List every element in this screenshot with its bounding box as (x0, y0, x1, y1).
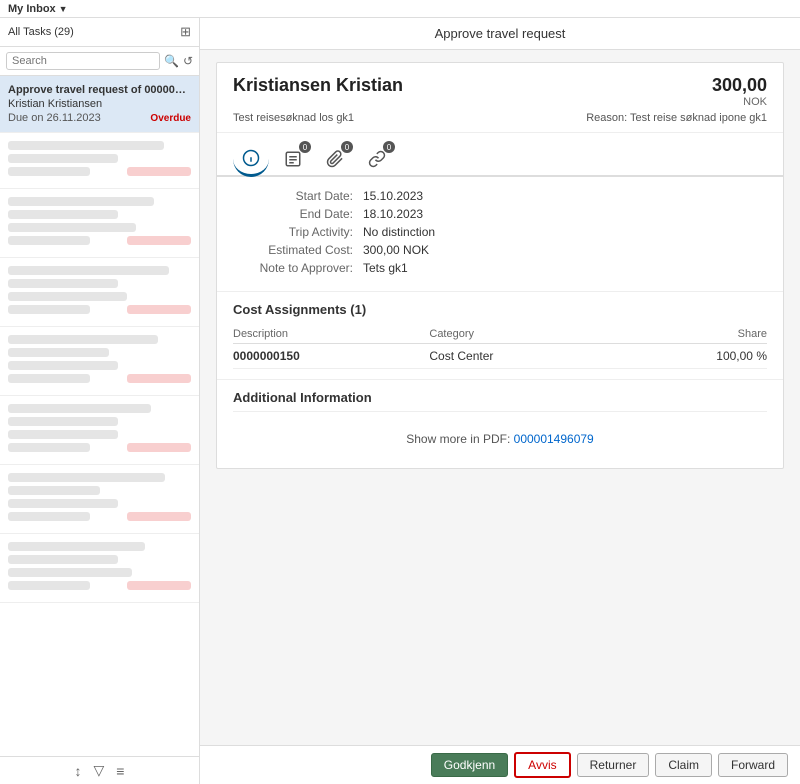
list-item[interactable] (0, 133, 199, 189)
pdf-link[interactable]: 000001496079 (514, 432, 594, 446)
tab-link[interactable]: 0 (359, 141, 395, 177)
list-item[interactable] (0, 396, 199, 465)
col-share: Share (618, 325, 767, 344)
subtitle-left: Test reisesøknad los gk1 (233, 112, 354, 124)
panel-title: Approve travel request (435, 26, 566, 41)
filter-bottom-icon[interactable]: ▽ (94, 762, 105, 779)
cost-assignments-table: Description Category Share 0000000150 Co… (233, 325, 767, 369)
field-note-approver: Note to Approver: Tets gk1 (233, 261, 767, 275)
search-bar: 🔍 ↺ (0, 47, 199, 76)
top-bar: My Inbox ▼ (0, 0, 800, 18)
pdf-row: Show more in PDF: 000001496079 (233, 420, 767, 458)
right-panel: Approve travel request Kristiansen Krist… (200, 18, 800, 784)
claim-button[interactable]: Claim (655, 753, 712, 777)
left-bottom-bar: ↕ ▽ ≡ (0, 756, 199, 784)
refresh-icon[interactable]: ↺ (183, 54, 193, 68)
search-icon[interactable]: 🔍 (164, 54, 179, 68)
filter-icon[interactable]: ⊞ (180, 24, 191, 40)
left-panel: All Tasks (29) ⊞ 🔍 ↺ Approve travel requ… (0, 18, 200, 784)
pdf-label: Show more in PDF: (406, 432, 510, 446)
detail-fields: Start Date: 15.10.2023 End Date: 18.10.2… (217, 177, 783, 292)
list-item[interactable] (0, 465, 199, 534)
inbox-dropdown-icon[interactable]: ▼ (59, 4, 68, 14)
menu-icon[interactable]: ≡ (116, 763, 124, 779)
cost-share: 100,00 % (618, 344, 767, 369)
additional-info-title: Additional Information (233, 390, 767, 412)
avvis-button[interactable]: Avvis (514, 752, 570, 778)
list-item[interactable] (0, 534, 199, 603)
task-list: Approve travel request of 0000005008 fro… (0, 76, 199, 756)
tab-info[interactable] (233, 141, 269, 177)
field-start-date: Start Date: 15.10.2023 (233, 189, 767, 203)
field-estimated-cost: Estimated Cost: 300,00 NOK (233, 243, 767, 257)
cost-description: 0000000150 (233, 344, 429, 369)
active-task-due: Due on 26.11.2023 Overdue (8, 112, 191, 124)
tab-attachment[interactable]: 0 (317, 141, 353, 177)
right-content: Kristiansen Kristian 300,00 NOK Test rei… (200, 50, 800, 745)
cost-category: Cost Center (429, 344, 617, 369)
amount-value: 300,00 (712, 75, 767, 96)
tab-list[interactable]: 0 (275, 141, 311, 177)
tabs-row: 0 0 0 (217, 133, 783, 177)
tab-link-badge: 0 (383, 141, 395, 153)
search-input[interactable] (6, 52, 160, 70)
amount-block: 300,00 NOK (712, 75, 767, 108)
cost-assignments-section: Cost Assignments (1) Description Categor… (217, 292, 783, 380)
tab-attachment-badge: 0 (341, 141, 353, 153)
godkjenn-button[interactable]: Godkjenn (431, 753, 508, 777)
task-list-header: All Tasks (29) ⊞ (0, 18, 199, 47)
field-end-date: End Date: 18.10.2023 (233, 207, 767, 221)
detail-top: Kristiansen Kristian 300,00 NOK Test rei… (217, 63, 783, 133)
tab-list-badge: 0 (299, 141, 311, 153)
col-category: Category (429, 325, 617, 344)
forward-button[interactable]: Forward (718, 753, 788, 777)
inbox-label: My Inbox (8, 3, 56, 15)
amount-currency: NOK (712, 96, 767, 108)
list-item[interactable] (0, 327, 199, 396)
active-task-title: Approve travel request of 0000005008 fro… (8, 84, 191, 96)
returner-button[interactable]: Returner (577, 753, 650, 777)
action-bar: Godkjenn Avvis Returner Claim Forward (200, 745, 800, 784)
right-header: Approve travel request (200, 18, 800, 50)
person-name: Kristiansen Kristian (233, 75, 403, 96)
overdue-badge: Overdue (150, 113, 191, 124)
sort-icon[interactable]: ↕ (75, 763, 82, 779)
active-task-person: Kristian Kristiansen (8, 98, 191, 110)
detail-card: Kristiansen Kristian 300,00 NOK Test rei… (216, 62, 784, 469)
field-trip-activity: Trip Activity: No distinction (233, 225, 767, 239)
subtitle-right: Reason: Test reise søknad ipone gk1 (586, 112, 767, 124)
col-description: Description (233, 325, 429, 344)
cost-assignments-title: Cost Assignments (1) (233, 302, 767, 317)
additional-info-section: Additional Information Show more in PDF:… (217, 380, 783, 468)
list-item[interactable] (0, 258, 199, 327)
task-item-active[interactable]: Approve travel request of 0000005008 fro… (0, 76, 199, 133)
task-count: All Tasks (29) (8, 26, 74, 38)
list-item[interactable] (0, 189, 199, 258)
table-row: 0000000150 Cost Center 100,00 % (233, 344, 767, 369)
